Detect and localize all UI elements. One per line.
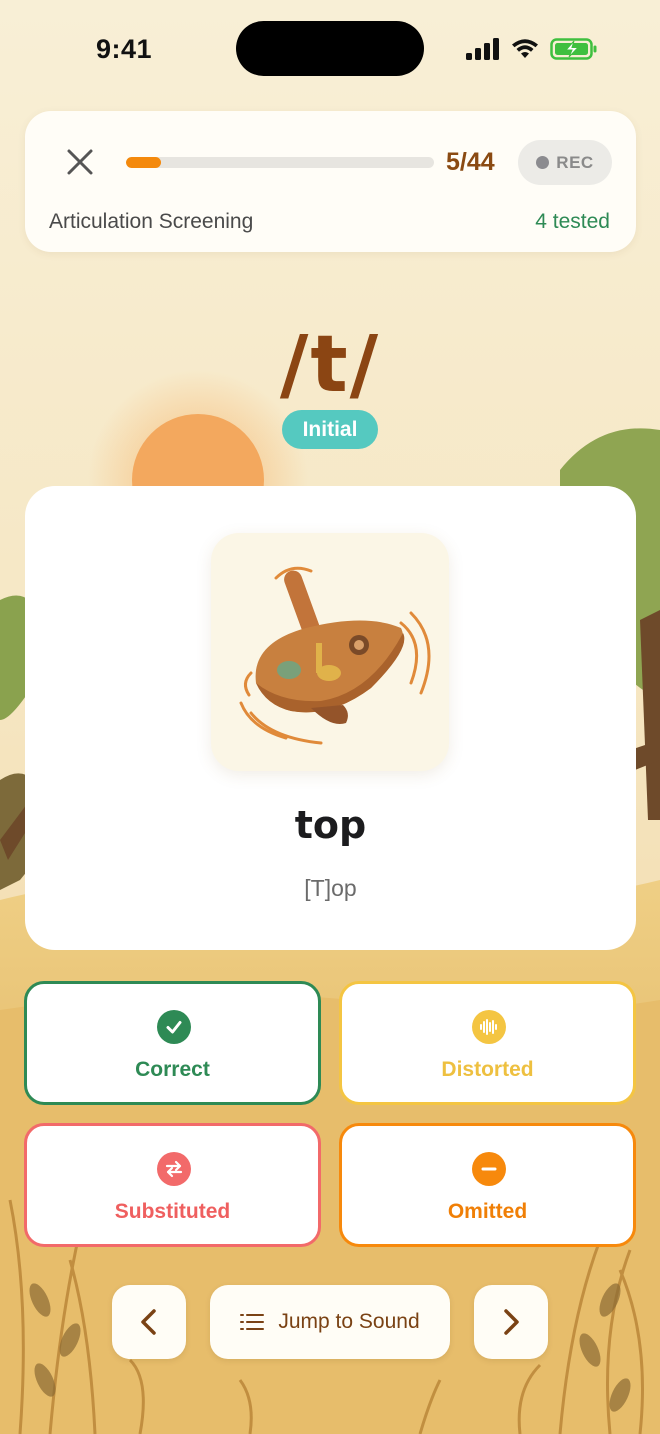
status-time: 9:41: [96, 34, 153, 64]
distorted-button[interactable]: Distorted: [339, 981, 636, 1105]
waveform-icon: [472, 1010, 506, 1044]
close-icon: [67, 149, 93, 175]
status-icons: [466, 34, 598, 64]
substituted-label: Substituted: [114, 1200, 231, 1223]
cellular-signal-icon: [466, 38, 499, 60]
wifi-icon: [512, 39, 538, 58]
progress-header-card: 5/44 REC Articulation Screening 4 tested: [25, 111, 636, 252]
chevron-left-icon: [141, 1309, 156, 1335]
chevron-right-icon: [504, 1309, 519, 1335]
swap-icon: [157, 1152, 191, 1186]
omitted-label: Omitted: [447, 1200, 528, 1223]
word-transcription: [T]op: [304, 875, 357, 901]
close-button[interactable]: [53, 135, 107, 189]
position-badge: Initial: [282, 410, 378, 449]
progress-bar-fill: [126, 157, 162, 168]
screening-title: Articulation Screening: [49, 210, 254, 233]
battery-charging-icon: [550, 38, 597, 60]
next-button[interactable]: [474, 1285, 548, 1359]
list-icon: [240, 1314, 265, 1330]
status-bar: 9:41: [0, 0, 660, 100]
correct-label: Correct: [135, 1058, 210, 1081]
target-phoneme: /t/: [279, 320, 381, 410]
record-dot-icon: [536, 156, 550, 169]
progress-bar: [126, 157, 434, 168]
minus-icon: [472, 1152, 506, 1186]
jump-to-sound-button[interactable]: Jump to Sound: [210, 1285, 450, 1359]
spinning-top-image: [211, 533, 449, 771]
previous-button[interactable]: [112, 1285, 186, 1359]
distorted-label: Distorted: [441, 1058, 534, 1081]
word-card: top [T]op: [25, 486, 636, 950]
dynamic-island: [236, 21, 424, 76]
tested-count: 4 tested: [535, 210, 610, 233]
check-icon: [157, 1010, 191, 1044]
record-button[interactable]: REC: [518, 140, 612, 185]
progress-count: 5/44: [446, 148, 495, 176]
jump-to-sound-label: Jump to Sound: [278, 1310, 420, 1333]
correct-button[interactable]: Correct: [24, 981, 321, 1105]
record-label: REC: [556, 152, 594, 172]
substituted-button[interactable]: Substituted: [24, 1123, 321, 1247]
target-word: top: [294, 803, 367, 847]
omitted-button[interactable]: Omitted: [339, 1123, 636, 1247]
